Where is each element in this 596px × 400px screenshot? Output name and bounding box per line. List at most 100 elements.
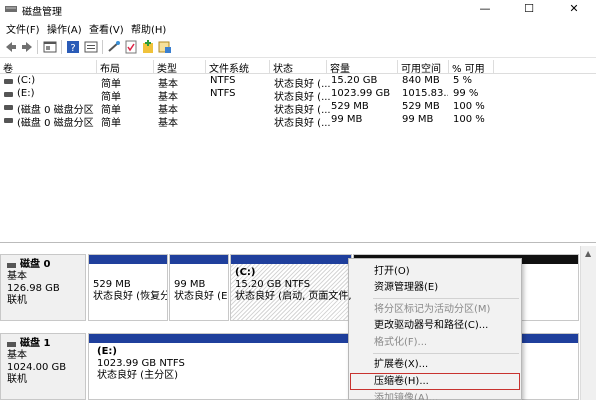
column-header-filesystem[interactable]: 文件系统 [206,60,270,75]
partition-bar [89,255,167,264]
disk-name: 磁盘 1 [20,338,51,349]
cell-layout: 简单 [101,118,121,129]
toolbar-separator [37,40,38,54]
menu-item-add-mirror: 添加镜像(A)... [374,393,439,400]
disk-icon [7,341,16,347]
partition-recovery[interactable]: 529 MB 状态良好 (恢复分区 [88,254,168,321]
title-bar: 磁盘管理 — ☐ ✕ [0,0,596,18]
disk-size: 1024.00 GB [7,362,67,373]
vertical-scrollbar[interactable]: ▲ [580,246,596,400]
drive-icon [4,105,13,110]
menu-item-change-drive-letter[interactable]: 更改驱动器号和路径(C)... [350,317,520,334]
partition-label: (C:) [235,267,256,278]
menu-bar: 文件(F) 操作(A) 查看(V) 帮助(H) [0,18,596,36]
cell-capacity: 529 MB [331,101,369,112]
add-icon[interactable] [141,40,155,54]
partition-size: 15.20 GB NTFS [235,279,311,290]
menu-item-shrink-volume[interactable]: 压缩卷(H)... [350,373,520,390]
cell-percent-free: 99 % [453,88,479,99]
cell-percent-free: 100 % [453,114,485,125]
table-row[interactable]: (E:) 简单 基本 NTFS 状态良好 (... 1023.99 GB 101… [0,88,596,103]
disk-1-label[interactable]: 磁盘 1 基本 1024.00 GB 联机 [0,333,86,400]
menu-help[interactable]: 帮助(H) [131,21,166,36]
column-header-free-space[interactable]: 可用空间 [398,60,449,75]
window-title: 磁盘管理 [22,7,62,18]
table-row[interactable]: (C:) 简单 基本 NTFS 状态良好 (... 15.20 GB 840 M… [0,75,596,90]
cell-percent-free: 100 % [453,101,485,112]
drive-icon [4,79,13,84]
toolbar-separator [61,40,62,54]
menu-action[interactable]: 操作(A) [47,21,82,36]
menu-separator [373,353,519,354]
cell-free-space: 529 MB [402,101,440,112]
column-header-layout[interactable]: 布局 [97,60,154,75]
disk-type: 基本 [7,350,27,361]
partition-efi[interactable]: 99 MB 状态良好 (EF [169,254,229,321]
disk-state: 联机 [7,374,27,385]
settings-icon[interactable] [158,40,172,54]
cell-capacity: 1023.99 GB [331,88,391,99]
properties-icon[interactable] [84,40,98,54]
table-row[interactable]: (磁盘 0 磁盘分区 2) 简单 基本 状态良好 (... 99 MB 99 M… [0,114,596,129]
cell-free-space: 840 MB [402,75,440,86]
disk-size: 126.98 GB [7,283,60,294]
cell-filesystem: NTFS [210,75,236,86]
disk-0-label[interactable]: 磁盘 0 基本 126.98 GB 联机 [0,254,86,321]
cell-percent-free: 5 % [453,75,473,86]
console-icon[interactable] [43,40,57,54]
menu-item-open[interactable]: 打开(O) [350,263,520,280]
partition-c-drive[interactable]: (C:) 15.20 GB NTFS 状态良好 (启动, 页面文件, 故 [230,254,352,321]
connect-icon[interactable] [107,40,121,54]
disk-icon [7,262,16,268]
check-icon[interactable] [124,40,138,54]
partition-status: 状态良好 (EF [174,291,228,302]
partition-status: 状态良好 (启动, 页面文件, 故 [235,291,351,302]
cell-type: 基本 [158,118,178,129]
cell-filesystem: NTFS [210,88,236,99]
menu-separator [373,298,519,299]
menu-item-extend-volume[interactable]: 扩展卷(X)... [350,356,520,373]
partition-bar [231,255,351,264]
cell-volume: (磁盘 0 磁盘分区 2) [17,118,97,129]
help-icon[interactable]: ? [66,40,80,54]
cell-capacity: 99 MB [331,114,363,125]
close-button[interactable]: ✕ [552,0,596,18]
disk-name: 磁盘 0 [20,259,51,270]
pane-divider[interactable] [0,242,596,243]
cell-capacity: 15.20 GB [331,75,378,86]
cell-free-space: 1015.83... [402,88,448,99]
forward-icon[interactable] [20,40,34,54]
toolbar-separator [102,40,103,54]
context-menu: 打开(O) 资源管理器(E) 将分区标记为活动分区(M) 更改驱动器号和路径(C… [348,258,522,400]
table-row[interactable]: (磁盘 0 磁盘分区 1) 简单 基本 状态良好 (... 529 MB 529… [0,101,596,116]
volume-list-header: 卷 布局 类型 文件系统 状态 容量 可用空间 % 可用 [0,59,596,75]
menu-item-explorer[interactable]: 资源管理器(E) [350,279,520,296]
cell-status: 状态良好 (... [274,118,331,129]
drive-icon [4,92,13,97]
scroll-up-icon[interactable]: ▲ [585,249,591,258]
partition-label [174,267,224,279]
partition-bar [170,255,228,264]
maximize-button[interactable]: ☐ [507,0,551,18]
column-header-percent-free[interactable]: % 可用 [449,60,494,75]
menu-item-mark-active: 将分区标记为活动分区(M) [374,304,491,315]
menu-view[interactable]: 查看(V) [89,21,124,36]
disk-management-icon [5,6,17,12]
column-header-capacity[interactable]: 容量 [327,60,398,75]
column-header-status[interactable]: 状态 [270,60,327,75]
disk-state: 联机 [7,295,27,306]
cell-free-space: 99 MB [402,114,434,125]
partition-size: 529 MB [93,279,131,290]
back-icon[interactable] [4,40,18,54]
column-header-volume[interactable]: 卷 [0,60,97,75]
column-header-type[interactable]: 类型 [154,60,206,75]
menu-file[interactable]: 文件(F) [6,21,40,36]
disk-type: 基本 [7,271,27,282]
partition-label [93,267,163,279]
toolbar: ? [0,36,596,58]
minimize-button[interactable]: — [463,0,507,18]
partition-status: 状态良好 (恢复分区 [93,291,167,302]
cell-volume: (C:) [17,75,36,86]
svg-text:?: ? [70,43,75,54]
drive-icon [4,118,13,123]
